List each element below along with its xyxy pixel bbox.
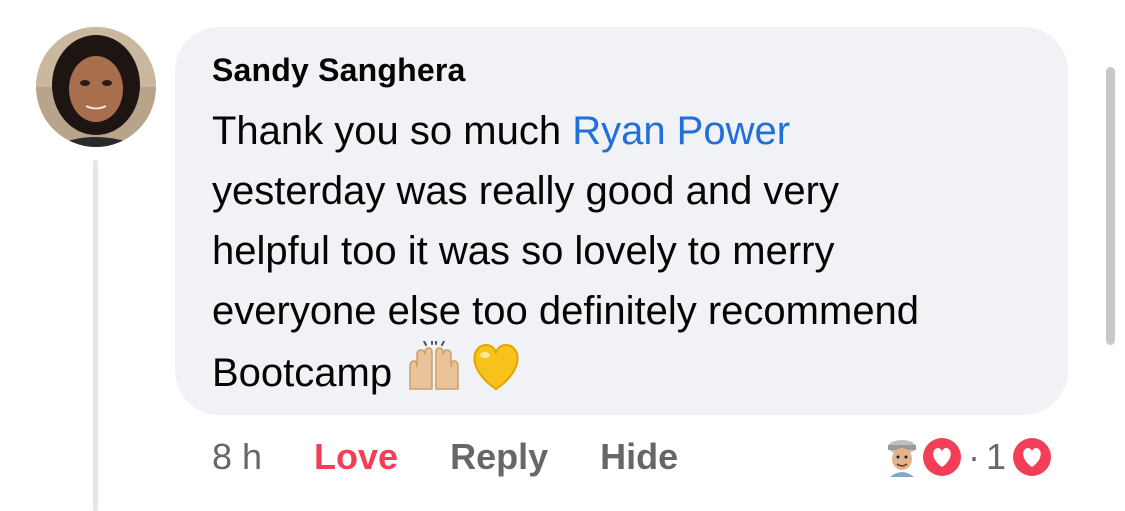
- comment-line: helpful too it was so lovely to merry: [212, 229, 835, 273]
- scrollbar-thumb[interactable]: [1106, 67, 1115, 345]
- comment-line: yesterday was really good and very: [212, 169, 839, 213]
- comment-line: Bootcamp: [212, 340, 1052, 410]
- love-button[interactable]: Love: [314, 436, 398, 478]
- love-reaction-icon: [1010, 435, 1055, 479]
- comment-line: everyone else too definitely recommend: [212, 289, 920, 333]
- mention-link[interactable]: Ryan Power: [572, 109, 790, 153]
- comment-thread: Sandy Sanghera Thank you so much Ryan Po…: [0, 0, 1125, 511]
- author-name[interactable]: Sandy Sanghera: [212, 52, 466, 89]
- thread-connector-line: [93, 160, 98, 511]
- reactor-avatar: [884, 437, 920, 477]
- comment-line: Thank you so much Ryan Power: [212, 101, 1052, 161]
- comment-text: Thank you so much Ryan Power yesterday w…: [212, 101, 1052, 410]
- comment-actions: 8 h Love Reply Hide: [212, 432, 730, 482]
- comment-line-text: Thank you so much: [212, 109, 573, 153]
- hide-button[interactable]: Hide: [600, 436, 678, 478]
- reaction-summary[interactable]: · 1: [884, 432, 1055, 482]
- reply-button[interactable]: Reply: [450, 436, 548, 478]
- yellow-heart-emoji: [470, 343, 522, 408]
- reaction-count: 1: [986, 436, 1007, 477]
- comment-timestamp[interactable]: 8 h: [212, 436, 262, 478]
- comment-line-text: Bootcamp: [212, 351, 393, 396]
- love-reaction-icon: [920, 435, 964, 479]
- separator-dot: ·: [968, 436, 980, 477]
- author-avatar[interactable]: [36, 27, 156, 147]
- raising-hands-emoji: [404, 340, 464, 410]
